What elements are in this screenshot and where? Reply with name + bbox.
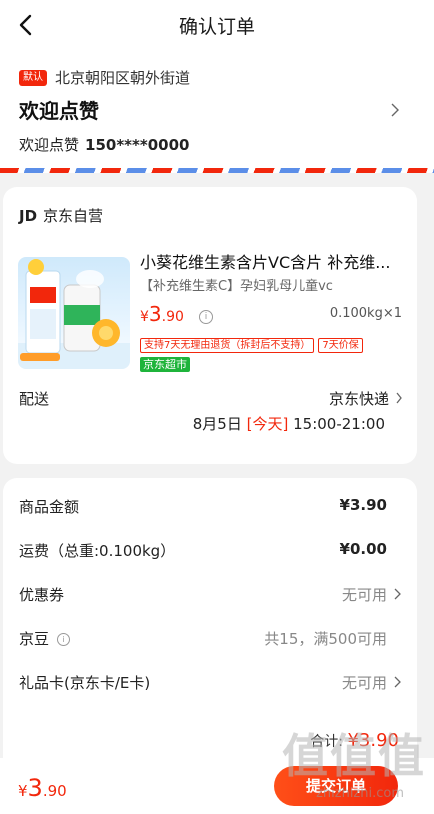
page-title: 确认订单 [178, 15, 255, 38]
checkout-price: ¥3.90 [18, 774, 67, 802]
product-price-row: ¥3.90 i 0.100kg×1 [140, 302, 402, 328]
store-tag: 京东超市 [140, 357, 190, 372]
product-title[interactable]: 小葵花维生素含片VC含片 补充维... [140, 249, 400, 273]
info-icon[interactable]: i [199, 310, 214, 324]
chevron-right-icon[interactable] [390, 102, 400, 118]
service-tags: 支持7天无理由退货（拆封后不支持） 7天价保 [140, 338, 363, 353]
back-arrow-icon[interactable] [14, 12, 40, 38]
chevron-right-icon [394, 588, 401, 600]
vitamin-box-illustration [18, 259, 130, 369]
price-protect-tag: 7天价保 [318, 338, 363, 353]
submit-order-button[interactable]: 提交订单 [274, 766, 398, 806]
checkout-bar: ¥3.90 提交订单 [0, 758, 434, 814]
top-nav-bar: 确认订单 [0, 0, 434, 50]
total-price: ¥3.90 [347, 730, 399, 751]
chevron-right-icon[interactable] [395, 391, 403, 405]
envelope-stripe-divider [0, 168, 434, 173]
product-quantity: 0.100kg×1 [329, 306, 402, 321]
address-name: 欢迎点赞 [19, 99, 99, 123]
jd-beans-value: 共15，满500可用 [264, 630, 387, 648]
checkout-price-decimal: .90 [42, 782, 67, 800]
jd-beans-text: 京豆 [19, 630, 50, 648]
goods-amount-row: 商品金额 ¥3.90 [19, 496, 401, 520]
jd-beans-row[interactable]: 京豆 i 共15，满500可用 [19, 628, 401, 652]
return-policy-tag: 支持7天无理由退货（拆封后不支持） [140, 338, 315, 353]
order-total: 合计: ¥3.90 [310, 730, 399, 751]
order-summary-card: 商品金额 ¥3.90 运费（总重:0.100kg） ¥0.00 优惠券 无可用 … [3, 478, 417, 798]
delivery-date: 8月5日 [192, 415, 242, 433]
shipping-fee-label: 运费（总重:0.100kg） [19, 542, 176, 560]
delivery-time[interactable]: 8月5日 [今天] 15:00-21:00 [193, 413, 385, 434]
contact-name: 欢迎点赞 [19, 136, 80, 154]
checkout-currency: ¥ [18, 782, 28, 800]
checkout-price-integer: 3 [27, 774, 43, 802]
delivery-label: 配送 [19, 390, 50, 408]
product-card: JD 京东自营 小葵花维生素含片VC含片 补充维... 【补充维生素C】孕妇乳母儿… [3, 187, 417, 464]
shop-label: 京东自营 [43, 207, 104, 225]
shop-name: JD 京东自营 [19, 205, 103, 226]
goods-amount-label: 商品金额 [19, 498, 80, 516]
jd-beans-label: 京豆 i [19, 628, 71, 649]
shipping-fee-value: ¥0.00 [339, 540, 387, 558]
gift-card-value: 无可用 [341, 674, 387, 692]
delivery-today: [今天] [246, 415, 289, 433]
contact-phone: 150****0000 [85, 136, 190, 154]
coupon-label: 优惠券 [19, 586, 65, 604]
coupon-row[interactable]: 优惠券 无可用 [19, 584, 401, 608]
price-integer: 3 [148, 302, 162, 326]
gift-card-label: 礼品卡(京东卡/E卡) [19, 674, 151, 692]
info-icon[interactable]: i [57, 633, 71, 646]
address-region: 北京朝阳区朝外街道 [55, 69, 191, 87]
total-label: 合计: [310, 734, 344, 750]
product-spec: 【补充维生素C】孕妇乳母儿童vc [140, 279, 333, 294]
chevron-right-icon [394, 676, 401, 688]
shipping-fee-row: 运费（总重:0.100kg） ¥0.00 [19, 540, 401, 564]
goods-amount-value: ¥3.90 [339, 496, 387, 514]
gift-card-row[interactable]: 礼品卡(京东卡/E卡) 无可用 [19, 672, 401, 696]
coupon-value: 无可用 [341, 586, 387, 604]
price-decimal: .90 [161, 309, 184, 325]
delivery-method[interactable]: 京东快递 [329, 388, 389, 409]
price-currency: ¥ [140, 309, 149, 325]
delivery-window: 15:00-21:00 [293, 415, 385, 433]
shipping-address-section[interactable]: 默认 北京朝阳区朝外街道 欢迎点赞 欢迎点赞 150****0000 [0, 50, 434, 168]
jd-logo: JD [19, 207, 38, 225]
address-region-line: 默认 北京朝阳区朝外街道 [19, 67, 190, 88]
default-address-badge: 默认 [19, 69, 47, 86]
product-image[interactable] [18, 257, 130, 369]
address-contact: 欢迎点赞 150****0000 [19, 134, 189, 155]
